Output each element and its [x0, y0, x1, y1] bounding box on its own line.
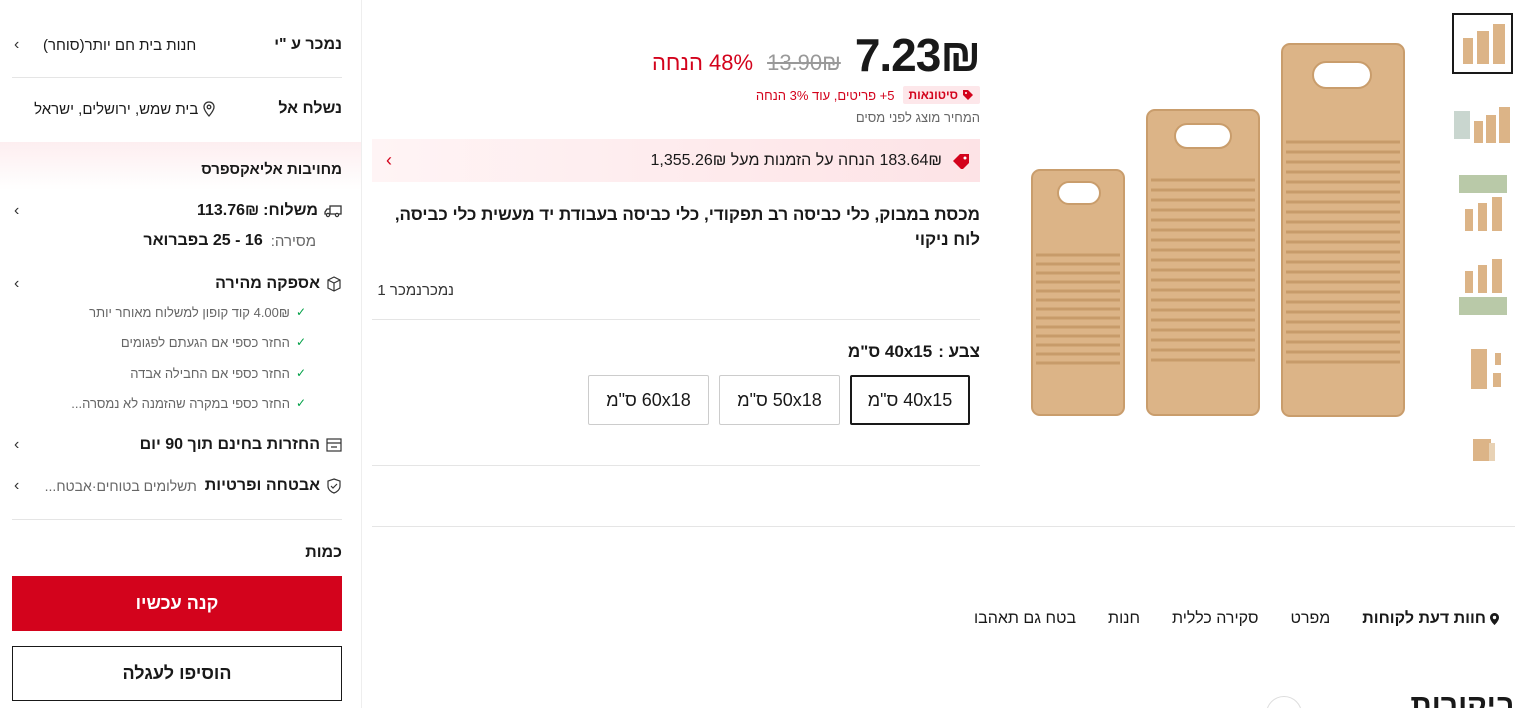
tab-specs[interactable]: מפרט: [1291, 610, 1331, 628]
add-to-cart-button[interactable]: הוסיפו לעגלה: [12, 646, 342, 701]
discount-percent: 48% הנחה: [651, 50, 754, 75]
color-label: צבע :: [938, 342, 980, 361]
sold-count: נמכרנמכר 1: [377, 282, 454, 299]
ship-to-location: בית שמש, ירושלים, ישראל: [34, 100, 199, 118]
shipping-label: משלוח:: [263, 202, 318, 219]
ship-to-row[interactable]: נשלח אל בית שמש, ירושלים, ישראל: [12, 96, 342, 122]
security-title: אבטחה ופרטיות: [204, 477, 320, 494]
thumbnail-2[interactable]: [1452, 94, 1513, 155]
guarantee-text: 4.00₪ קוד קופון למשלוח מאוחר יותר: [89, 304, 290, 320]
quantity-row: כמות: [12, 541, 342, 565]
divider: [12, 77, 342, 78]
chevron-right-icon[interactable]: ›: [14, 275, 19, 293]
security-row[interactable]: אבטחה ופרטיות תשלומים בטוחים·אבטח... ›: [12, 474, 342, 498]
fast-delivery-row[interactable]: אספקה מהירה ›: [12, 272, 342, 296]
delivery-dates: 16 - 25 בפברואר: [143, 232, 263, 249]
chevron-right-icon[interactable]: ›: [14, 436, 19, 454]
tag-icon: [963, 90, 973, 100]
thumbnail-image: [1472, 438, 1495, 461]
location-pin-icon: [1490, 613, 1499, 625]
ship-to-label: נשלח אל: [278, 100, 342, 117]
wholesale-badge: סיטונאות: [902, 86, 980, 104]
buy-now-button[interactable]: קנה עכשיו: [12, 576, 342, 631]
chevron-right-icon[interactable]: ›: [14, 477, 19, 495]
wholesale-info: 5+ פריטים, עוד 3% הנחה: [755, 87, 895, 103]
thumbnail-image: [1462, 23, 1505, 64]
current-price: 7.23₪: [854, 29, 981, 81]
purchase-panel: נמכר ע "י חנות בית חם יותר(סוחר) › נשלח …: [0, 0, 362, 708]
seller-store-name[interactable]: חנות בית חם יותר(סוחר): [43, 37, 196, 54]
tab-label: חוות דעת לקוחות: [1362, 610, 1486, 627]
tab-store[interactable]: חנות: [1108, 610, 1140, 628]
tab-recommendations[interactable]: בטח גם תאהבו: [974, 610, 1076, 628]
guarantee-item: ✓ החזר כספי אם החבילה אבדה: [12, 363, 342, 383]
fast-delivery-title: אספקה מהירה: [215, 275, 320, 292]
check-icon: ✓: [295, 396, 306, 410]
color-header: צבע : 40x15 ס"מ: [700, 342, 980, 362]
reviews-heading: ביקורות: [1410, 689, 1515, 708]
tax-note: המחיר מוצג לפני מסים: [855, 110, 980, 125]
thumbnail-image: [1453, 106, 1510, 143]
guarantee-text: החזר כספי אם החבילה אבדה: [130, 365, 290, 381]
commitments-header: מחויבות אליאקספרס: [12, 157, 342, 181]
returns-title: החזרות בחינם תוך 90 יום: [139, 436, 320, 453]
price-row: 7.23₪ 13.90₪ 48% הנחה: [560, 28, 981, 82]
original-price: 13.90₪: [767, 50, 841, 75]
divider: [12, 519, 342, 520]
color-option-40x15[interactable]: 40x15 ס"מ: [850, 375, 970, 425]
divider: [372, 526, 1515, 527]
thumbnail-3[interactable]: [1452, 174, 1513, 235]
color-option-50x18[interactable]: 50x18 ס"מ: [719, 375, 840, 425]
color-option-60x18[interactable]: 60x18 ס"מ: [588, 375, 709, 425]
quantity-label: כמות: [305, 544, 342, 561]
shipping-price: 113.76₪: [196, 202, 260, 219]
tab-overview[interactable]: סקירה כללית: [1172, 610, 1259, 628]
guarantee-item: ✓ החזר כספי אם הגעתם לפגומים: [12, 332, 342, 352]
thumbnail-image: [1458, 258, 1507, 315]
location-pin-icon: [203, 101, 215, 117]
wholesale-badge-label: סיטונאות: [908, 88, 958, 102]
thumbnail-6[interactable]: [1452, 418, 1513, 479]
guarantee-item: ✓ החזר כספי במקרה שהזמנה לא נמסרה...: [12, 393, 342, 413]
seller-row[interactable]: נמכר ע "י חנות בית חם יותר(סוחר) ›: [12, 32, 342, 58]
delivery-row: מסירה: 16 - 25 בפברואר: [12, 229, 342, 253]
guarantee-text: החזר כספי במקרה שהזמנה לא נמסרה...: [71, 395, 290, 411]
reviews-heading-clip: ביקורות: [1380, 686, 1515, 708]
check-icon: ✓: [295, 305, 306, 319]
shield-icon: [327, 478, 341, 494]
thumbnail-4[interactable]: [1452, 256, 1513, 317]
thumbnail-1[interactable]: [1452, 13, 1513, 74]
tab-reviews[interactable]: חוות דעת לקוחות: [1362, 610, 1500, 628]
commitments-title: מחויבות אליאקספרס: [201, 160, 342, 178]
chevron-right-icon[interactable]: ›: [14, 36, 19, 54]
divider: [372, 465, 980, 466]
security-detail: תשלומים בטוחים·אבטח...: [44, 478, 197, 494]
product-main-image[interactable]: [1020, 30, 1420, 430]
check-icon: ✓: [295, 335, 306, 349]
seller-label: נמכר ע "י: [274, 36, 342, 53]
guarantee-item: ✓ 4.00₪ קוד קופון למשלוח מאוחר יותר: [12, 302, 342, 322]
check-icon: ✓: [295, 366, 306, 380]
thumbnail-image: [1470, 348, 1501, 389]
shipping-row[interactable]: משלוח: 113.76₪ ›: [12, 199, 342, 223]
thumbnail-image: [1458, 174, 1507, 231]
guarantee-text: החזר כספי אם הגעתם לפגומים: [120, 334, 290, 350]
returns-row[interactable]: החזרות בחינם תוך 90 יום ›: [12, 433, 342, 457]
divider: [372, 319, 980, 320]
coupon-bar[interactable]: 183.64₪ הנחה על הזמנות מעל 1,355.26₪ ›: [372, 139, 980, 182]
box-icon: [327, 276, 341, 292]
truck-icon: [324, 205, 342, 218]
thumbnail-5[interactable]: [1452, 338, 1513, 399]
product-tabs: חוות דעת לקוחות מפרט סקירה כללית חנות בט…: [900, 607, 1500, 631]
return-box-icon: [326, 438, 342, 452]
wholesale-row: סיטונאות 5+ פריטים, עוד 3% הנחה: [560, 86, 980, 104]
product-title: מכסת במבוק, כלי כביסה רב תפקודי, כלי כבי…: [394, 205, 980, 249]
coupon-text: 183.64₪ הנחה על הזמנות מעל 1,355.26₪: [650, 151, 942, 169]
coupon-tag-icon: [953, 153, 969, 169]
reviews-nav-button[interactable]: [1266, 696, 1302, 708]
chevron-right-icon[interactable]: ›: [386, 150, 392, 171]
color-selected-value: 40x15 ס"מ: [847, 342, 933, 361]
chevron-right-icon[interactable]: ›: [14, 202, 19, 220]
delivery-label: מסירה:: [270, 232, 316, 250]
